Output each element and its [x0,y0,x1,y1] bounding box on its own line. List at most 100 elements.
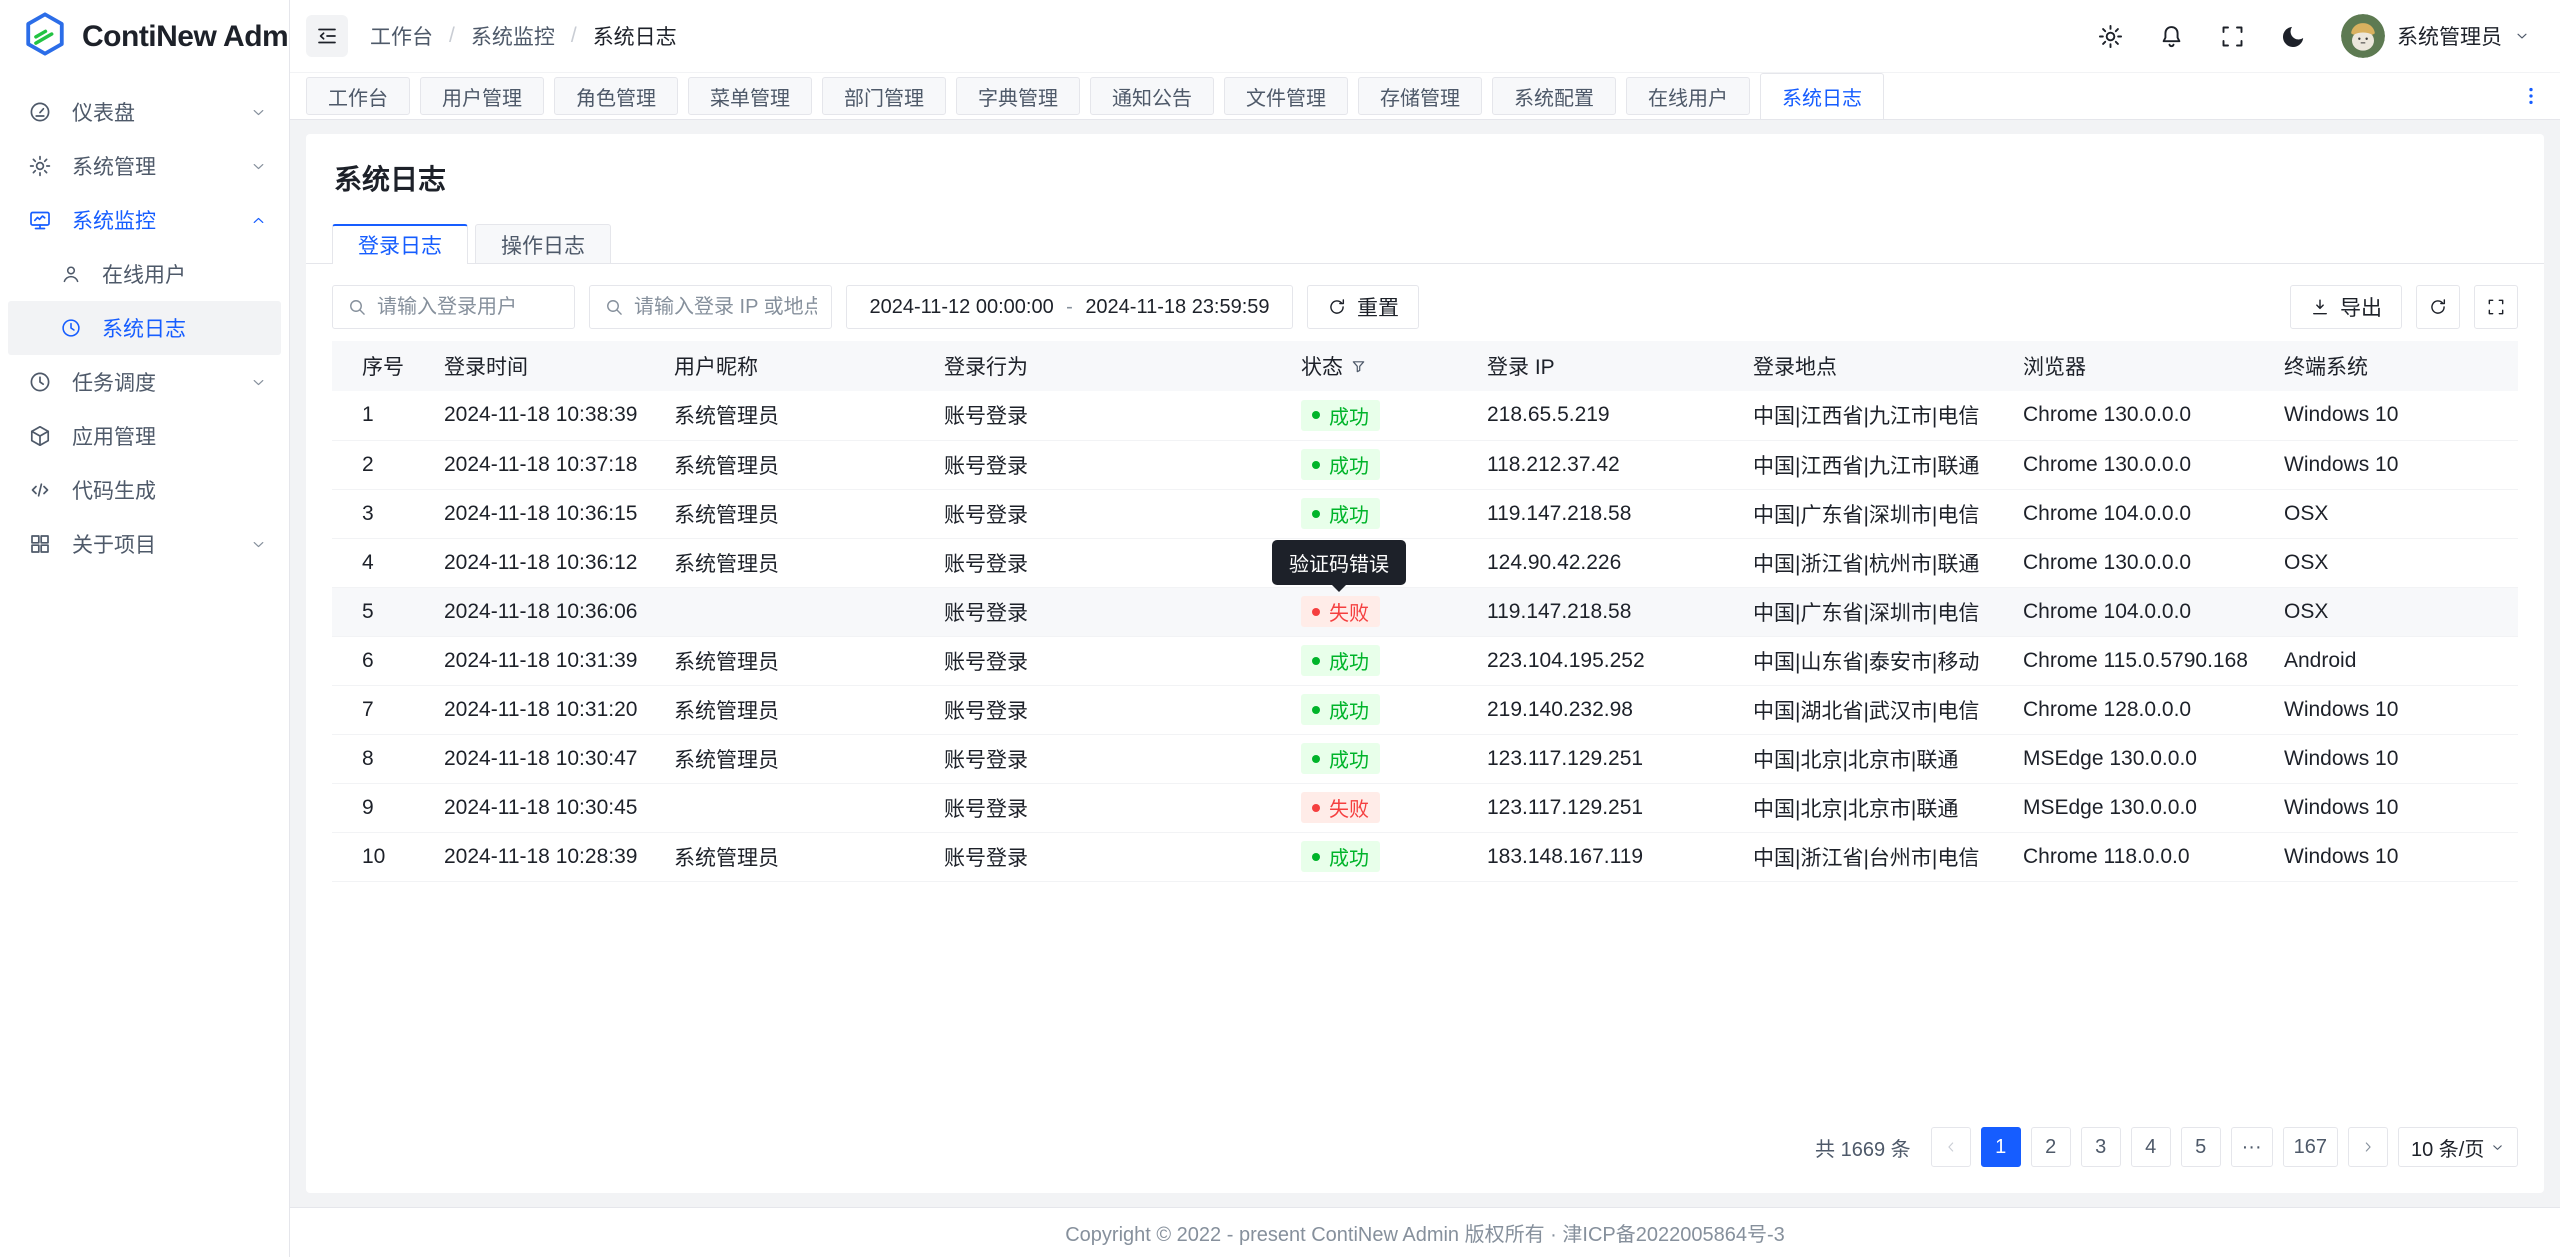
sidebar-subitem-system-logs[interactable]: 系统日志 [8,301,281,355]
topbar: 工作台/系统监控/系统日志 系统管理员 [290,0,2560,73]
status-badge: 成功 [1301,841,1380,872]
pagination-next-button[interactable] [2348,1127,2388,1167]
pagination-page-button[interactable]: 167 [2283,1127,2338,1167]
login-user-input[interactable] [377,296,560,319]
breadcrumb-item[interactable]: 工作台 [370,21,433,51]
login-user-search-input[interactable] [332,285,575,329]
sidebar-item-about-project[interactable]: 关于项目 [8,517,281,571]
settings-button[interactable] [2097,23,2124,50]
breadcrumb-item[interactable]: 系统日志 [593,21,677,51]
column-header: 登录行为 [932,341,1289,391]
app-root: ContiNew Admin 仪表盘系统管理系统监控在线用户系统日志任务调度应用… [0,0,2560,1257]
table-row: 32024-11-18 10:36:15系统管理员账号登录成功119.147.2… [332,489,2518,538]
sidebar-item-app-management[interactable]: 应用管理 [8,409,281,463]
pagination-page-button[interactable]: 2 [2031,1127,2071,1167]
nav-tab-online-users[interactable]: 在线用户 [1626,77,1750,115]
pagination-page-button[interactable]: 3 [2081,1127,2121,1167]
nav-tab-role-mgmt[interactable]: 角色管理 [554,77,678,115]
column-header-label: 状态 [1301,351,1366,381]
chevron-down-icon [250,158,267,175]
filter-icon[interactable] [1351,359,1366,374]
export-button[interactable]: 导出 [2290,285,2402,329]
breadcrumb-item[interactable]: 系统监控 [471,21,555,51]
login-log-table: 序号登录时间用户昵称登录行为状态登录 IP登录地点浏览器终端系统 12024-1… [332,341,2518,882]
status-dot-icon [1312,461,1320,469]
cell-index: 7 [332,685,432,734]
tab-login-log[interactable]: 登录日志 [332,224,468,264]
fullscreen-button[interactable] [2219,23,2246,50]
sidebar-item-system-monitor[interactable]: 系统监控 [8,193,281,247]
refresh-button[interactable] [2416,285,2460,329]
breadcrumb: 工作台/系统监控/系统日志 [370,21,677,51]
nav-tab-user-mgmt[interactable]: 用户管理 [420,77,544,115]
nav-tab-dept-mgmt[interactable]: 部门管理 [822,77,946,115]
user-menu[interactable]: 系统管理员 [2341,14,2530,58]
pagination-prev-button[interactable] [1931,1127,1971,1167]
cell-time: 2024-11-18 10:30:47 [432,734,662,783]
sidebar-item-system-management[interactable]: 系统管理 [8,139,281,193]
cell-location: 中国|浙江省|台州市|电信 [1741,832,2011,881]
login-ip-input[interactable] [634,296,817,319]
pagination-page-button[interactable]: 5 [2181,1127,2221,1167]
column-header-label: 登录地点 [1753,351,1837,381]
cell-nickname: 系统管理员 [662,734,932,783]
status-badge: 成功 [1301,743,1380,774]
page-size-select[interactable]: 10 条/页 [2398,1127,2518,1167]
sidebar-item-label: 在线用户 [102,259,267,289]
pagination-page-button[interactable]: ··· [2231,1127,2273,1167]
cell-behavior: 账号登录 [932,783,1289,832]
status-badge: 失败 [1301,596,1380,627]
filter-bar: 2024-11-12 00:00:00 - 2024-11-18 23:59:5… [332,285,2518,329]
main-column: 工作台/系统监控/系统日志 系统管理员 工作台用户管理角色管理菜单管理部门管理字… [290,0,2560,1257]
column-header: 登录 IP [1475,341,1741,391]
cell-time: 2024-11-18 10:36:06 [432,587,662,636]
sidebar-item-code-generation[interactable]: 代码生成 [8,463,281,517]
nav-tab-system-logs[interactable]: 系统日志 [1760,73,1884,119]
sidebar-item-label: 系统监控 [72,205,230,235]
chevron-down-icon [250,104,267,121]
notifications-button[interactable] [2158,23,2185,50]
login-ip-search-input[interactable] [589,285,832,329]
pagination-page-current[interactable]: 1 [1981,1127,2021,1167]
nav-tab-file-mgmt[interactable]: 文件管理 [1224,77,1348,115]
column-header: 登录地点 [1741,341,2011,391]
nav-tab-sys-config[interactable]: 系统配置 [1492,77,1616,115]
cell-nickname: 系统管理员 [662,440,932,489]
nav-tabs-bar: 工作台用户管理角色管理菜单管理部门管理字典管理通知公告文件管理存储管理系统配置在… [290,73,2560,120]
nav-tab-workbench[interactable]: 工作台 [306,77,410,115]
cell-behavior: 账号登录 [932,489,1289,538]
sidebar-item-dashboard[interactable]: 仪表盘 [8,85,281,139]
app-logo[interactable]: ContiNew Admin [0,0,289,73]
cell-browser: Chrome 128.0.0.0 [2011,685,2272,734]
cell-location: 中国|北京|北京市|联通 [1741,783,2011,832]
avatar [2341,14,2385,58]
nav-tab-dict-mgmt[interactable]: 字典管理 [956,77,1080,115]
dark-mode-button[interactable] [2280,23,2307,50]
cell-status: 失败 [1289,783,1475,832]
more-vertical-icon[interactable] [2520,85,2542,107]
sidebar-subitem-online-users[interactable]: 在线用户 [8,247,281,301]
nav-tab-notice[interactable]: 通知公告 [1090,77,1214,115]
cell-index: 8 [332,734,432,783]
date-range-end: 2024-11-18 23:59:59 [1077,296,1278,319]
date-range-picker[interactable]: 2024-11-12 00:00:00 - 2024-11-18 23:59:5… [846,285,1293,329]
code-icon [28,478,52,502]
cell-browser: MSEdge 130.0.0.0 [2011,734,2272,783]
sidebar-item-label: 仪表盘 [72,97,230,127]
cell-index: 2 [332,440,432,489]
table-row: 72024-11-18 10:31:20系统管理员账号登录成功219.140.2… [332,685,2518,734]
column-header: 用户昵称 [662,341,932,391]
sidebar-collapse-button[interactable] [306,15,348,57]
search-icon [604,297,624,317]
nav-tab-storage-mgmt[interactable]: 存储管理 [1358,77,1482,115]
pagination-page-button[interactable]: 4 [2131,1127,2171,1167]
nav-tab-menu-mgmt[interactable]: 菜单管理 [688,77,812,115]
page-title: 系统日志 [334,158,2518,198]
chevron-down-icon [2490,1140,2505,1155]
tab-operation-log[interactable]: 操作日志 [475,224,611,264]
reset-button[interactable]: 重置 [1307,285,1419,329]
sidebar-item-task-scheduler[interactable]: 任务调度 [8,355,281,409]
table-fullscreen-button[interactable] [2474,285,2518,329]
cell-nickname: 系统管理员 [662,391,932,440]
cell-browser: Chrome 115.0.5790.168 [2011,636,2272,685]
